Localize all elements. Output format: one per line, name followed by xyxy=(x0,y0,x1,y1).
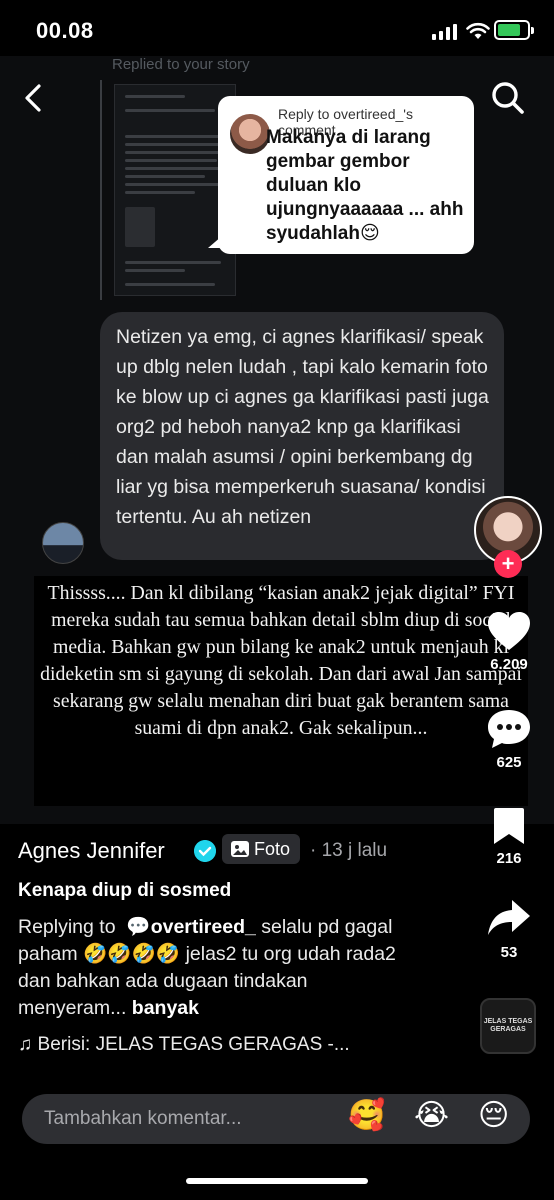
commenter-avatar xyxy=(230,114,270,154)
post-time: · 13 j lalu xyxy=(310,840,388,861)
replied-story-label: Replied to your story xyxy=(112,56,250,73)
comment-icon[interactable] xyxy=(486,708,532,750)
home-indicator xyxy=(186,1178,368,1184)
reply-comment-card: Reply to overtireed_'s comment Makanya d… xyxy=(208,96,474,254)
caption-text: Thissss.... Dan kl dibilang “kasian anak… xyxy=(40,582,522,739)
reply-comment-text: Makanya di larang gembar gembor duluan k… xyxy=(266,127,464,244)
replying-to-label: Replying to xyxy=(18,916,116,938)
emoji-crying-button[interactable]: 😭 xyxy=(414,1098,449,1133)
mention-bubble-icon: 💬 xyxy=(120,916,151,938)
status-bar: 00.08 xyxy=(0,0,554,60)
follow-button[interactable]: + xyxy=(494,550,522,578)
heart-icon[interactable] xyxy=(486,610,532,652)
post-title: Kenapa diup di sosmed xyxy=(18,880,232,901)
foto-label: Foto xyxy=(254,839,291,859)
more-link[interactable]: banyak xyxy=(132,997,199,1019)
shares-count: 53 xyxy=(500,944,518,961)
mention-link[interactable]: overtireed_ xyxy=(151,916,256,938)
share-icon[interactable] xyxy=(486,898,532,938)
wifi-icon xyxy=(466,22,490,39)
bookmarks-count: 216 xyxy=(496,850,522,867)
battery-icon xyxy=(494,20,534,40)
likes-count: 6.209 xyxy=(490,656,528,673)
verified-icon xyxy=(194,840,216,862)
post-description[interactable]: Replying to 💬overtireed_ selalu pd gagal… xyxy=(18,914,408,1022)
bookmark-icon[interactable] xyxy=(492,806,526,846)
cell-signal-icon xyxy=(432,24,457,40)
search-icon[interactable] xyxy=(490,80,526,116)
comments-count: 625 xyxy=(496,754,522,771)
music-disc-label: JELAS TEGAS GERAGAS xyxy=(483,1018,533,1033)
sender-avatar xyxy=(42,522,84,564)
status-time: 00.08 xyxy=(36,18,94,43)
author-name[interactable]: Agnes Jennifer xyxy=(18,838,165,864)
music-label[interactable]: ♫ Berisi: JELAS TEGAS GERAGAS -... xyxy=(18,1034,350,1056)
comment-input[interactable] xyxy=(22,1094,322,1144)
back-icon[interactable] xyxy=(22,84,46,112)
message-text: Netizen ya emg, ci agnes klarifikasi/ sp… xyxy=(116,326,489,528)
story-divider xyxy=(100,80,102,300)
emoji-smiling-hearts-button[interactable]: 🥰 xyxy=(348,1098,385,1133)
photo-icon xyxy=(231,841,249,857)
emoji-pensive-button[interactable]: 😔 xyxy=(478,1098,509,1133)
